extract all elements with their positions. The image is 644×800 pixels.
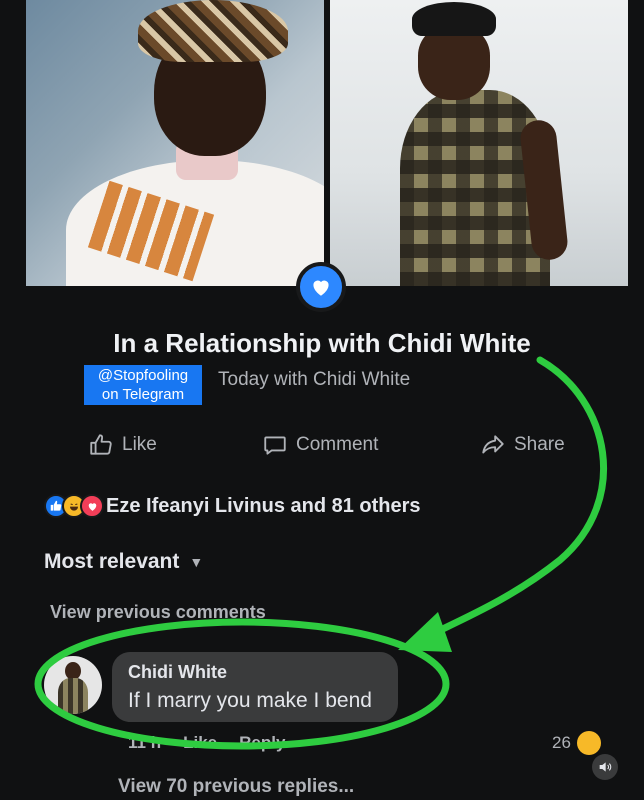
photo-figure — [138, 0, 288, 62]
reactions-text: Eze Ifeanyi Livinus and 81 others — [106, 494, 421, 517]
share-icon — [482, 435, 504, 454]
photo-figure — [418, 26, 490, 100]
watermark-line: @Stopfooling — [97, 367, 189, 384]
right-photo[interactable] — [330, 0, 628, 286]
comment-time: 11 h — [128, 733, 162, 752]
comment-reply-link[interactable]: Reply — [239, 733, 285, 753]
relationship-headline: In a Relationship with Chidi White — [113, 328, 531, 358]
view-previous-comments-link[interactable]: View previous comments — [50, 602, 266, 623]
sound-icon[interactable] — [592, 754, 618, 780]
reaction-count-value: 26 — [552, 733, 571, 752]
reaction-icons — [44, 494, 104, 518]
comment-meta: 11 h Like Reply — [128, 733, 285, 753]
haha-reaction-icon — [576, 731, 601, 755]
post-subline: Today with Chidi White — [218, 369, 411, 390]
comment-text: If I marry you make I bend — [128, 689, 372, 712]
sort-label: Most relevant — [44, 550, 180, 573]
share-label: Share — [514, 434, 565, 455]
love-reaction-icon — [80, 494, 104, 518]
comment-icon — [264, 436, 286, 455]
action-bar: Like Comment Share — [0, 432, 644, 472]
annotation-arrow — [416, 356, 607, 644]
telegram-watermark: @Stopfooling on Telegram — [84, 365, 202, 405]
comment-reaction-count[interactable]: 26 — [552, 731, 601, 755]
view-previous-replies-link[interactable]: View 70 previous replies... — [118, 776, 354, 798]
comment-author[interactable]: Chidi White — [128, 662, 382, 683]
share-button[interactable]: Share — [480, 432, 565, 458]
comment-bubble: Chidi White If I marry you make I bend — [112, 652, 398, 722]
avatar[interactable] — [44, 656, 102, 714]
thumbs-up-icon — [90, 434, 112, 455]
avatar-figure — [58, 678, 88, 714]
comment-like-link[interactable]: Like — [183, 733, 217, 753]
like-button[interactable]: Like — [88, 432, 157, 458]
annotation-arrowhead — [398, 612, 452, 652]
photo-figure — [412, 2, 496, 36]
sort-dropdown[interactable]: Most relevant ▼ — [44, 550, 203, 574]
chevron-down-icon: ▼ — [189, 554, 204, 570]
watermark-line: on Telegram — [101, 386, 185, 403]
cover-photos — [26, 0, 628, 286]
heart-icon — [296, 262, 346, 312]
left-photo[interactable] — [26, 0, 324, 286]
like-label: Like — [122, 434, 157, 455]
post-frame: In a Relationship with Chidi White @Stop… — [0, 0, 644, 800]
comment-label: Comment — [296, 434, 379, 455]
reactions-summary[interactable]: Eze Ifeanyi Livinus and 81 others — [44, 494, 421, 518]
comment-button[interactable]: Comment — [262, 432, 378, 458]
